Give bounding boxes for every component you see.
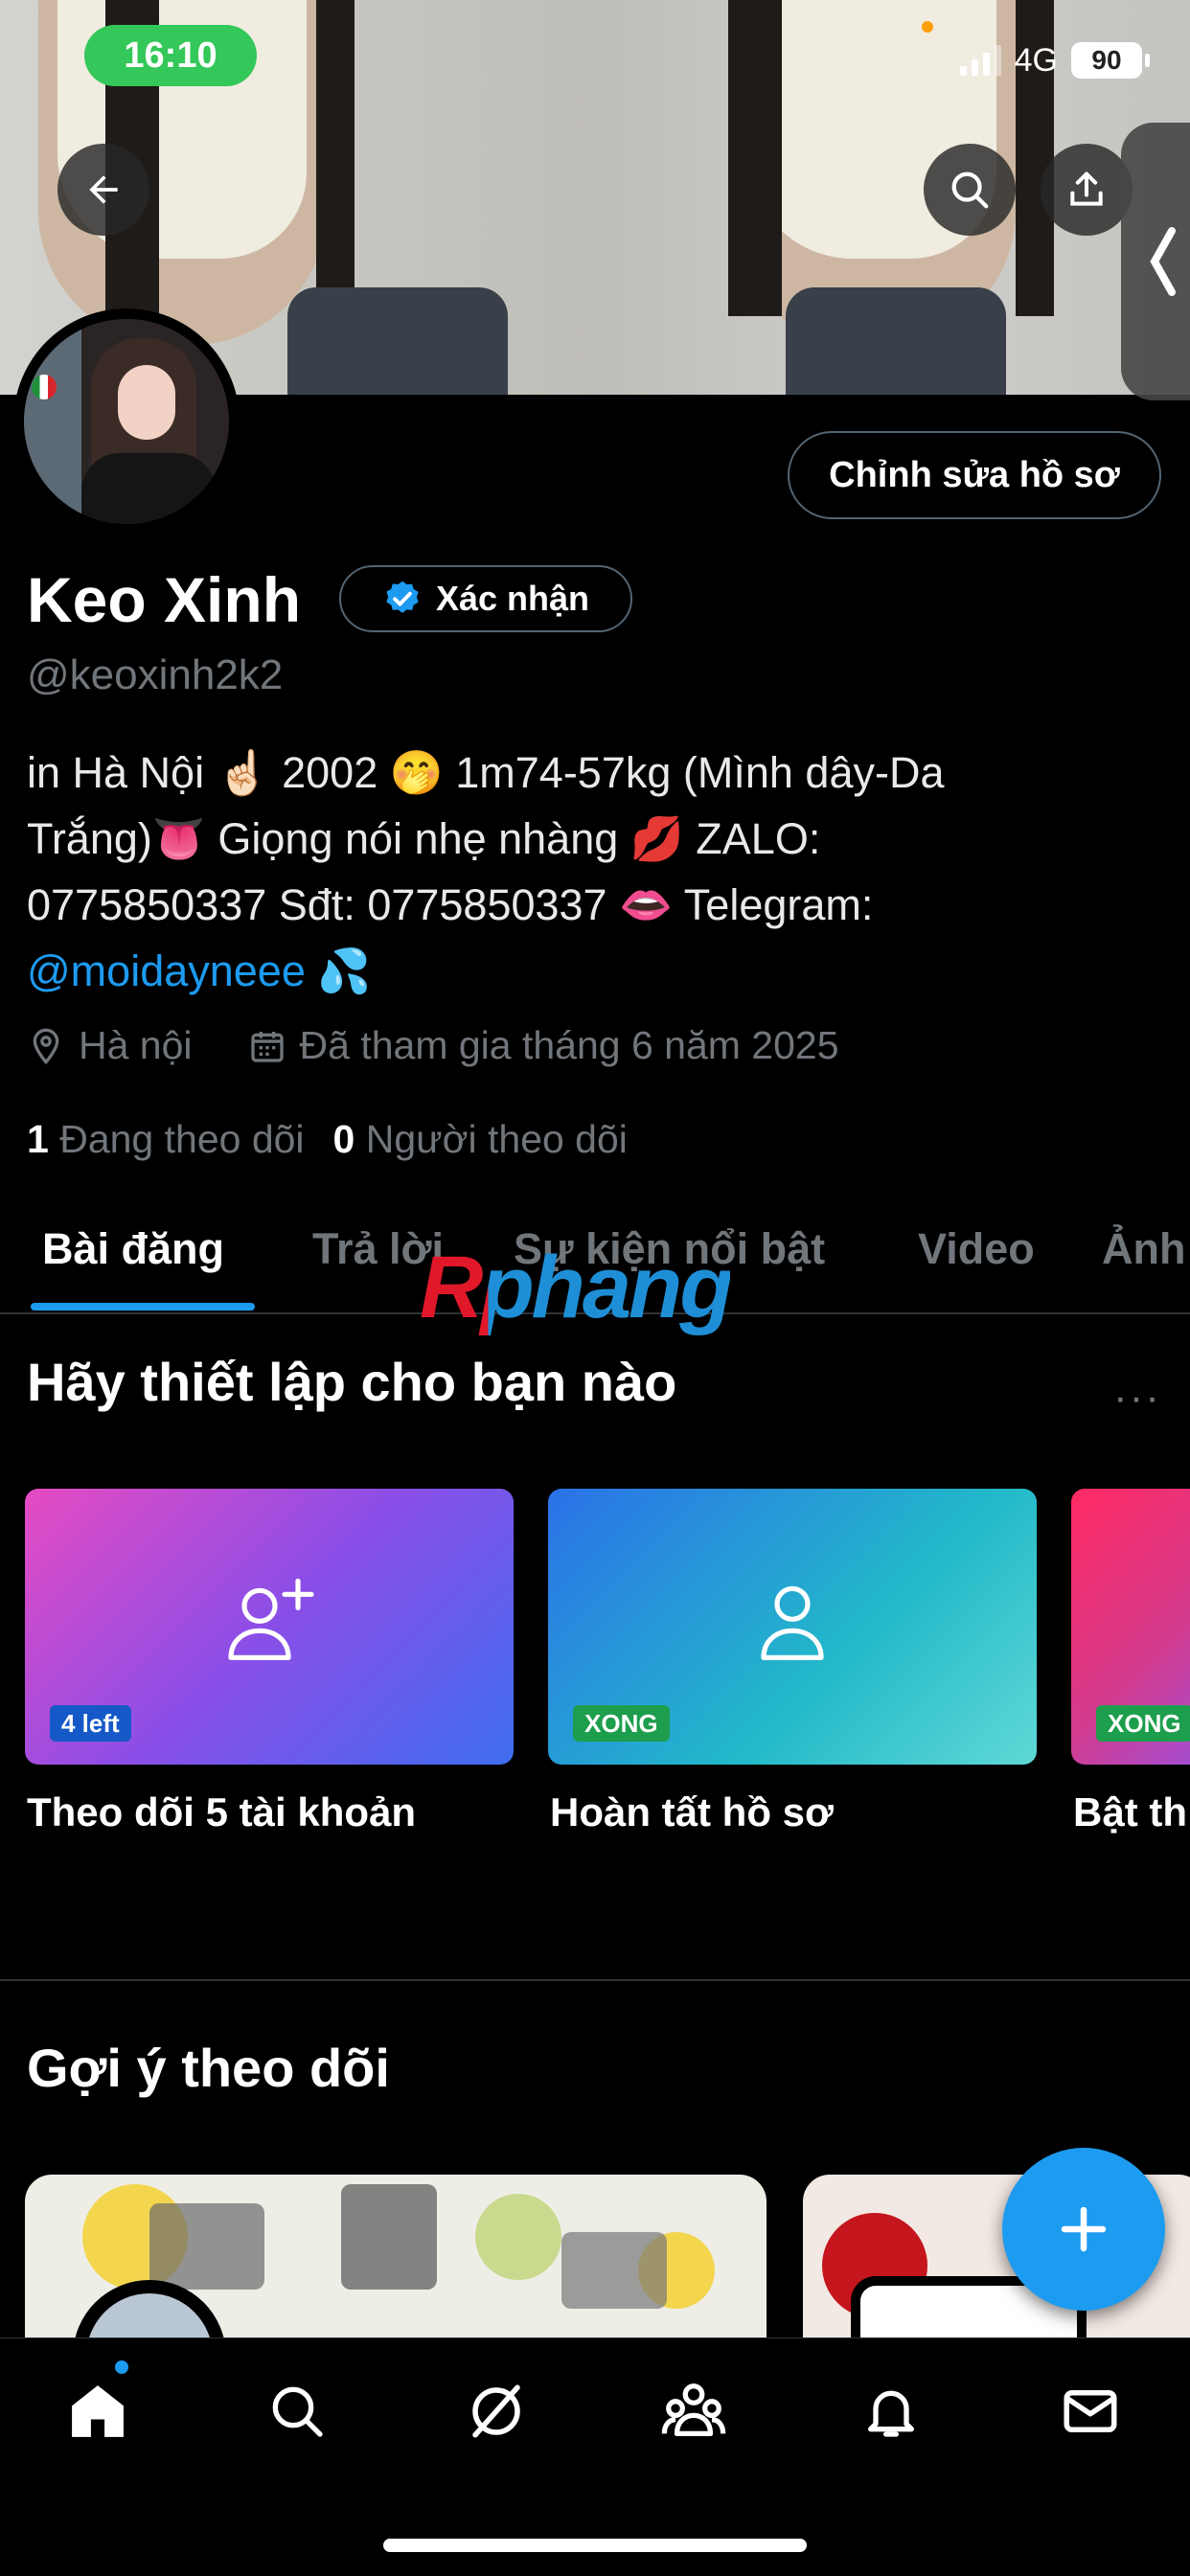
tab-photos[interactable]: Ảnh bbox=[1102, 1224, 1185, 1274]
chevron-left-icon bbox=[1150, 227, 1176, 296]
plus-icon bbox=[1061, 2206, 1107, 2252]
joined-text: Đã tham gia tháng 6 năm 2025 bbox=[299, 1023, 839, 1067]
section-divider bbox=[0, 1979, 1190, 1981]
location-text: Hà nội bbox=[79, 1023, 193, 1067]
battery-icon: 90 bbox=[1071, 42, 1150, 79]
nav-messages[interactable] bbox=[1052, 2373, 1129, 2450]
share-button[interactable] bbox=[1041, 144, 1133, 236]
active-tab-indicator bbox=[31, 1303, 255, 1311]
setup-card-profile[interactable]: XONG bbox=[548, 1489, 1037, 1765]
nav-home[interactable] bbox=[59, 2373, 136, 2450]
user-icon bbox=[761, 1585, 824, 1660]
bio-emoji: 💦 bbox=[317, 946, 372, 995]
new-posts-dot bbox=[115, 2360, 128, 2374]
following-link[interactable]: 1 Đang theo dõi bbox=[27, 1117, 305, 1162]
setup-title: Hãy thiết lập cho bạn nào bbox=[27, 1352, 677, 1412]
nav-communities[interactable] bbox=[655, 2373, 732, 2450]
avatar[interactable] bbox=[13, 308, 240, 535]
following-count: 1 bbox=[27, 1117, 49, 1161]
nav-search[interactable] bbox=[259, 2373, 335, 2450]
following-label: Đang theo dõi bbox=[59, 1117, 305, 1161]
communities-icon bbox=[661, 2383, 726, 2436]
nav-notifications[interactable] bbox=[853, 2373, 929, 2450]
bell-icon bbox=[868, 2390, 914, 2437]
nav-grok[interactable] bbox=[458, 2373, 535, 2450]
setup-card-label: Hoàn tất hồ sơ bbox=[550, 1790, 834, 1835]
share-icon bbox=[1070, 171, 1103, 206]
verified-badge-icon bbox=[386, 581, 419, 613]
verify-label: Xác nhận bbox=[435, 579, 590, 618]
home-indicator[interactable] bbox=[383, 2539, 807, 2552]
home-icon bbox=[72, 2385, 124, 2437]
status-time: 16:10 bbox=[84, 25, 257, 86]
search-icon bbox=[272, 2386, 323, 2437]
setup-card-label: Theo dõi 5 tài khoản bbox=[27, 1790, 417, 1835]
bio-line: 0775850337 Sđt: 0775850337 👄 Telegram: bbox=[27, 880, 874, 929]
done-badge: XONG bbox=[573, 1705, 670, 1742]
more-options-icon[interactable]: ··· bbox=[1113, 1374, 1161, 1422]
back-button[interactable] bbox=[57, 144, 149, 236]
tab-video[interactable]: Video bbox=[918, 1224, 1035, 1274]
calendar-icon bbox=[250, 1031, 284, 1062]
tab-posts[interactable]: Bài đăng bbox=[42, 1224, 224, 1274]
network-label: 4G bbox=[1014, 41, 1058, 79]
edit-profile-button[interactable]: Chỉnh sửa hồ sơ bbox=[788, 431, 1161, 519]
location-icon bbox=[33, 1028, 59, 1064]
search-icon bbox=[951, 171, 989, 209]
status-indicators: 4G 90 bbox=[959, 36, 1150, 84]
setup-card-follow[interactable]: 4 left bbox=[25, 1489, 514, 1765]
cards-left-badge: 4 left bbox=[50, 1705, 131, 1742]
setup-card-label: Bật th bbox=[1073, 1790, 1187, 1835]
compose-button[interactable] bbox=[1002, 2148, 1165, 2311]
battery-level: 90 bbox=[1091, 45, 1122, 75]
suggestion-card[interactable] bbox=[25, 2175, 767, 2337]
arrow-left-icon bbox=[89, 175, 118, 204]
search-button[interactable] bbox=[924, 144, 1016, 236]
grok-icon bbox=[472, 2384, 520, 2438]
done-badge: XONG bbox=[1096, 1705, 1190, 1742]
setup-card-notifications[interactable]: XONG bbox=[1071, 1489, 1190, 1765]
profile-meta: Hà nội Đã tham gia tháng 6 năm 2025 bbox=[27, 1023, 839, 1068]
followers-count: 0 bbox=[332, 1117, 355, 1161]
bio-line: in Hà Nội ☝🏻 2002 🤭 1m74-57kg (Mình dây-… bbox=[27, 748, 945, 797]
profile-handle: @keoxinh2k2 bbox=[27, 651, 284, 698]
mail-icon bbox=[1064, 2390, 1117, 2432]
bio-line: Trắng)👅 Giọng nói nhẹ nhàng 💋 ZALO: bbox=[27, 814, 821, 863]
verify-button[interactable]: Xác nhận bbox=[339, 565, 632, 632]
signal-icon bbox=[959, 45, 1001, 76]
follow-stats: 1 Đang theo dõi 0 Người theo dõi bbox=[27, 1117, 628, 1162]
profile-name: Keo Xinh bbox=[27, 564, 302, 635]
add-user-icon bbox=[228, 1578, 314, 1660]
suggestions-title: Gợi ý theo dõi bbox=[27, 2038, 390, 2098]
profile-bio: in Hà Nội ☝🏻 2002 🤭 1m74-57kg (Mình dây-… bbox=[27, 740, 1148, 1004]
followers-link[interactable]: 0 Người theo dõi bbox=[333, 1117, 628, 1162]
watermark-logo: Rphang bbox=[420, 1239, 733, 1336]
side-panel-tab[interactable] bbox=[1121, 123, 1190, 400]
followers-label: Người theo dõi bbox=[365, 1117, 628, 1161]
mic-indicator bbox=[922, 21, 933, 33]
bio-telegram-link[interactable]: @moidayneee bbox=[27, 946, 306, 995]
